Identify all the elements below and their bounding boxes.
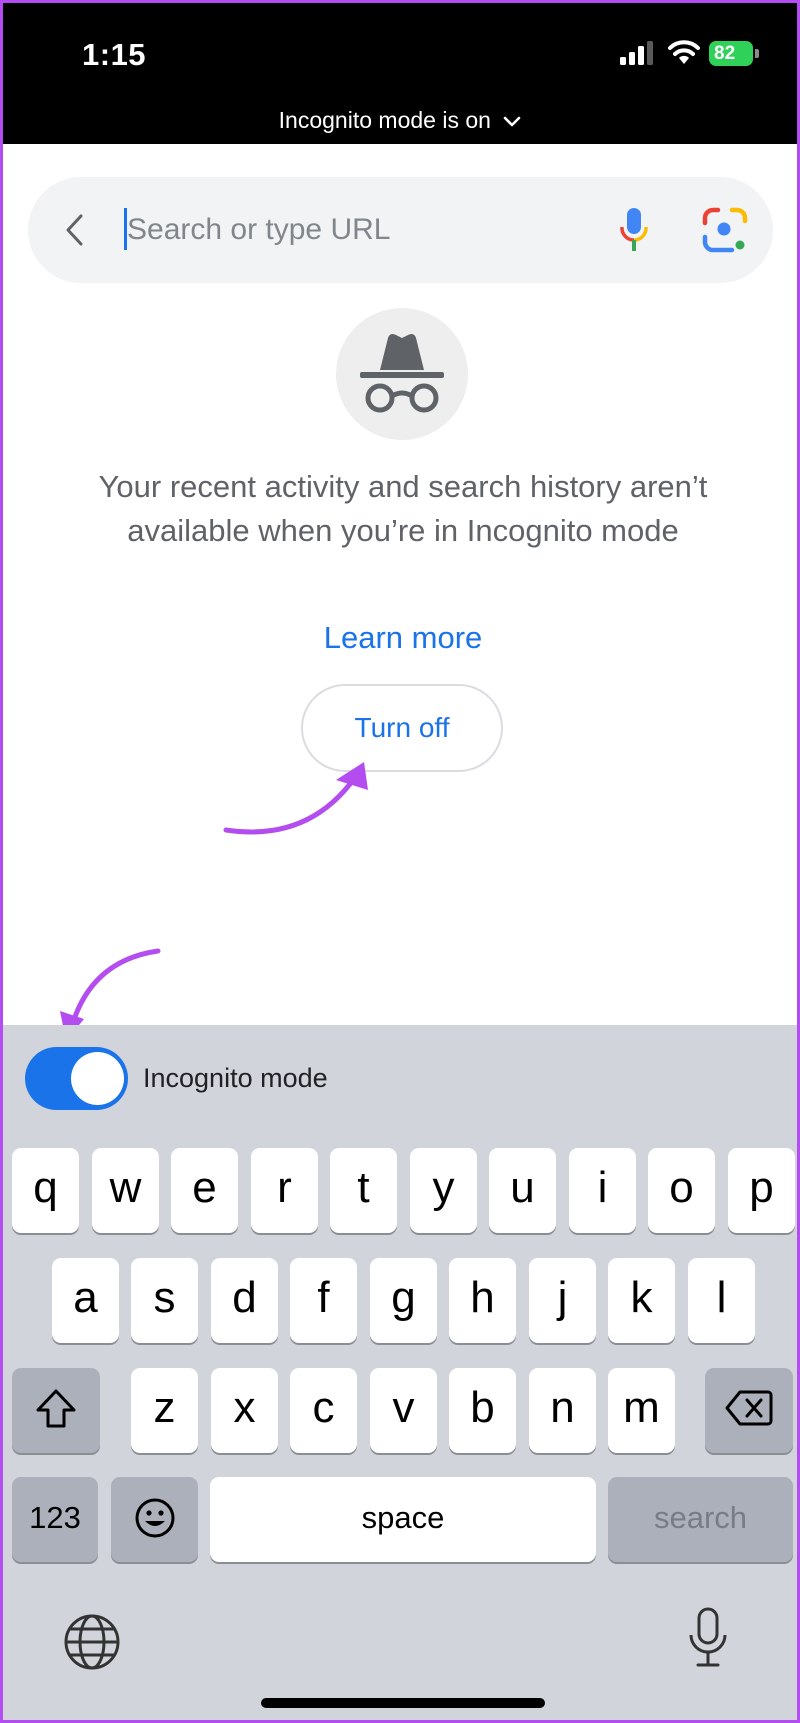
- key-label: l: [716, 1273, 727, 1322]
- globe-icon[interactable]: [63, 1613, 121, 1671]
- backspace-key[interactable]: [705, 1368, 793, 1453]
- key-t[interactable]: t: [330, 1148, 397, 1233]
- key-label: r: [277, 1163, 292, 1212]
- phone-screen: 1:15 82 Incognito mode is on Search or t…: [0, 0, 800, 1723]
- incognito-info-message: Your recent activity and search history …: [98, 469, 708, 548]
- dictation-mic-icon[interactable]: [688, 1607, 728, 1669]
- key-label: n: [550, 1383, 575, 1432]
- key-d[interactable]: d: [211, 1258, 278, 1343]
- search-key[interactable]: search: [608, 1477, 793, 1562]
- key-p[interactable]: p: [728, 1148, 795, 1233]
- key-k[interactable]: k: [608, 1258, 675, 1343]
- key-a[interactable]: a: [52, 1258, 119, 1343]
- chevron-down-icon: [504, 116, 521, 127]
- key-b[interactable]: b: [449, 1368, 516, 1453]
- key-label: m: [623, 1383, 660, 1432]
- annotation-arrow-icon: [223, 762, 368, 835]
- status-bar: 1:15 82 Incognito mode is on: [3, 3, 797, 144]
- key-label: u: [510, 1163, 535, 1212]
- microphone-icon[interactable]: [619, 207, 649, 253]
- key-label: a: [73, 1273, 98, 1322]
- key-f[interactable]: f: [290, 1258, 357, 1343]
- incognito-banner-label: Incognito mode is on: [278, 107, 491, 133]
- key-label: v: [392, 1383, 415, 1432]
- key-label: e: [192, 1163, 217, 1212]
- key-u[interactable]: u: [489, 1148, 556, 1233]
- shift-key[interactable]: [12, 1368, 100, 1453]
- search-input[interactable]: [127, 201, 567, 259]
- emoji-key[interactable]: [111, 1477, 198, 1562]
- key-r[interactable]: r: [251, 1148, 318, 1233]
- key-j[interactable]: j: [529, 1258, 596, 1343]
- key-label: b: [470, 1383, 495, 1432]
- key-h[interactable]: h: [449, 1258, 516, 1343]
- key-label: f: [317, 1273, 330, 1322]
- key-label: x: [233, 1383, 256, 1432]
- key-label: w: [109, 1163, 142, 1212]
- key-o[interactable]: o: [648, 1148, 715, 1233]
- key-n[interactable]: n: [529, 1368, 596, 1453]
- key-label: o: [669, 1163, 694, 1212]
- key-label: h: [470, 1273, 495, 1322]
- key-label: p: [749, 1163, 774, 1212]
- battery-tip: [755, 49, 759, 58]
- key-label: k: [630, 1273, 653, 1322]
- keyboard: Incognito mode q w e r t y u i o p a s d…: [3, 1025, 797, 1720]
- key-s[interactable]: s: [131, 1258, 198, 1343]
- key-q[interactable]: q: [12, 1148, 79, 1233]
- key-m[interactable]: m: [608, 1368, 675, 1453]
- numbers-key[interactable]: 123: [12, 1477, 98, 1562]
- key-i[interactable]: i: [569, 1148, 636, 1233]
- key-label: j: [557, 1273, 568, 1322]
- key-label: i: [597, 1163, 608, 1212]
- key-y[interactable]: y: [410, 1148, 477, 1233]
- key-label: 123: [29, 1500, 81, 1535]
- learn-more-link[interactable]: Learn more: [3, 620, 797, 656]
- back-chevron-icon[interactable]: [64, 213, 86, 247]
- key-label: search: [653, 1500, 748, 1535]
- home-indicator[interactable]: [261, 1698, 545, 1708]
- clock: 1:15: [82, 37, 147, 72]
- shift-icon: [36, 1389, 76, 1428]
- key-label: z: [153, 1383, 176, 1432]
- key-label: d: [232, 1273, 257, 1322]
- key-label: y: [432, 1163, 455, 1212]
- cellular-signal-icon: [620, 41, 653, 65]
- key-v[interactable]: v: [370, 1368, 437, 1453]
- key-e[interactable]: e: [171, 1148, 238, 1233]
- search-bar: [28, 177, 773, 283]
- incognito-icon: [360, 334, 444, 413]
- battery-level: 82: [709, 41, 753, 66]
- key-label: t: [357, 1163, 370, 1212]
- key-x[interactable]: x: [211, 1368, 278, 1453]
- key-z[interactable]: z: [131, 1368, 198, 1453]
- incognito-banner[interactable]: Incognito mode is on: [3, 107, 797, 134]
- emoji-icon: [135, 1498, 174, 1538]
- space-key[interactable]: space: [210, 1477, 596, 1562]
- incognito-toggle[interactable]: [25, 1047, 128, 1110]
- key-g[interactable]: g: [370, 1258, 437, 1343]
- incognito-avatar: [336, 308, 468, 440]
- incognito-toggle-label: Incognito mode: [143, 1063, 328, 1093]
- key-label: g: [391, 1273, 416, 1322]
- key-label: c: [312, 1383, 335, 1432]
- key-c[interactable]: c: [290, 1368, 357, 1453]
- google-lens-icon[interactable]: [702, 207, 748, 253]
- key-label: q: [33, 1163, 58, 1212]
- backspace-icon: [725, 1390, 773, 1426]
- key-label: space: [361, 1500, 445, 1535]
- key-w[interactable]: w: [92, 1148, 159, 1233]
- key-l[interactable]: l: [688, 1258, 755, 1343]
- wifi-icon: [668, 40, 700, 64]
- toggle-knob: [71, 1052, 124, 1105]
- key-label: s: [153, 1273, 176, 1322]
